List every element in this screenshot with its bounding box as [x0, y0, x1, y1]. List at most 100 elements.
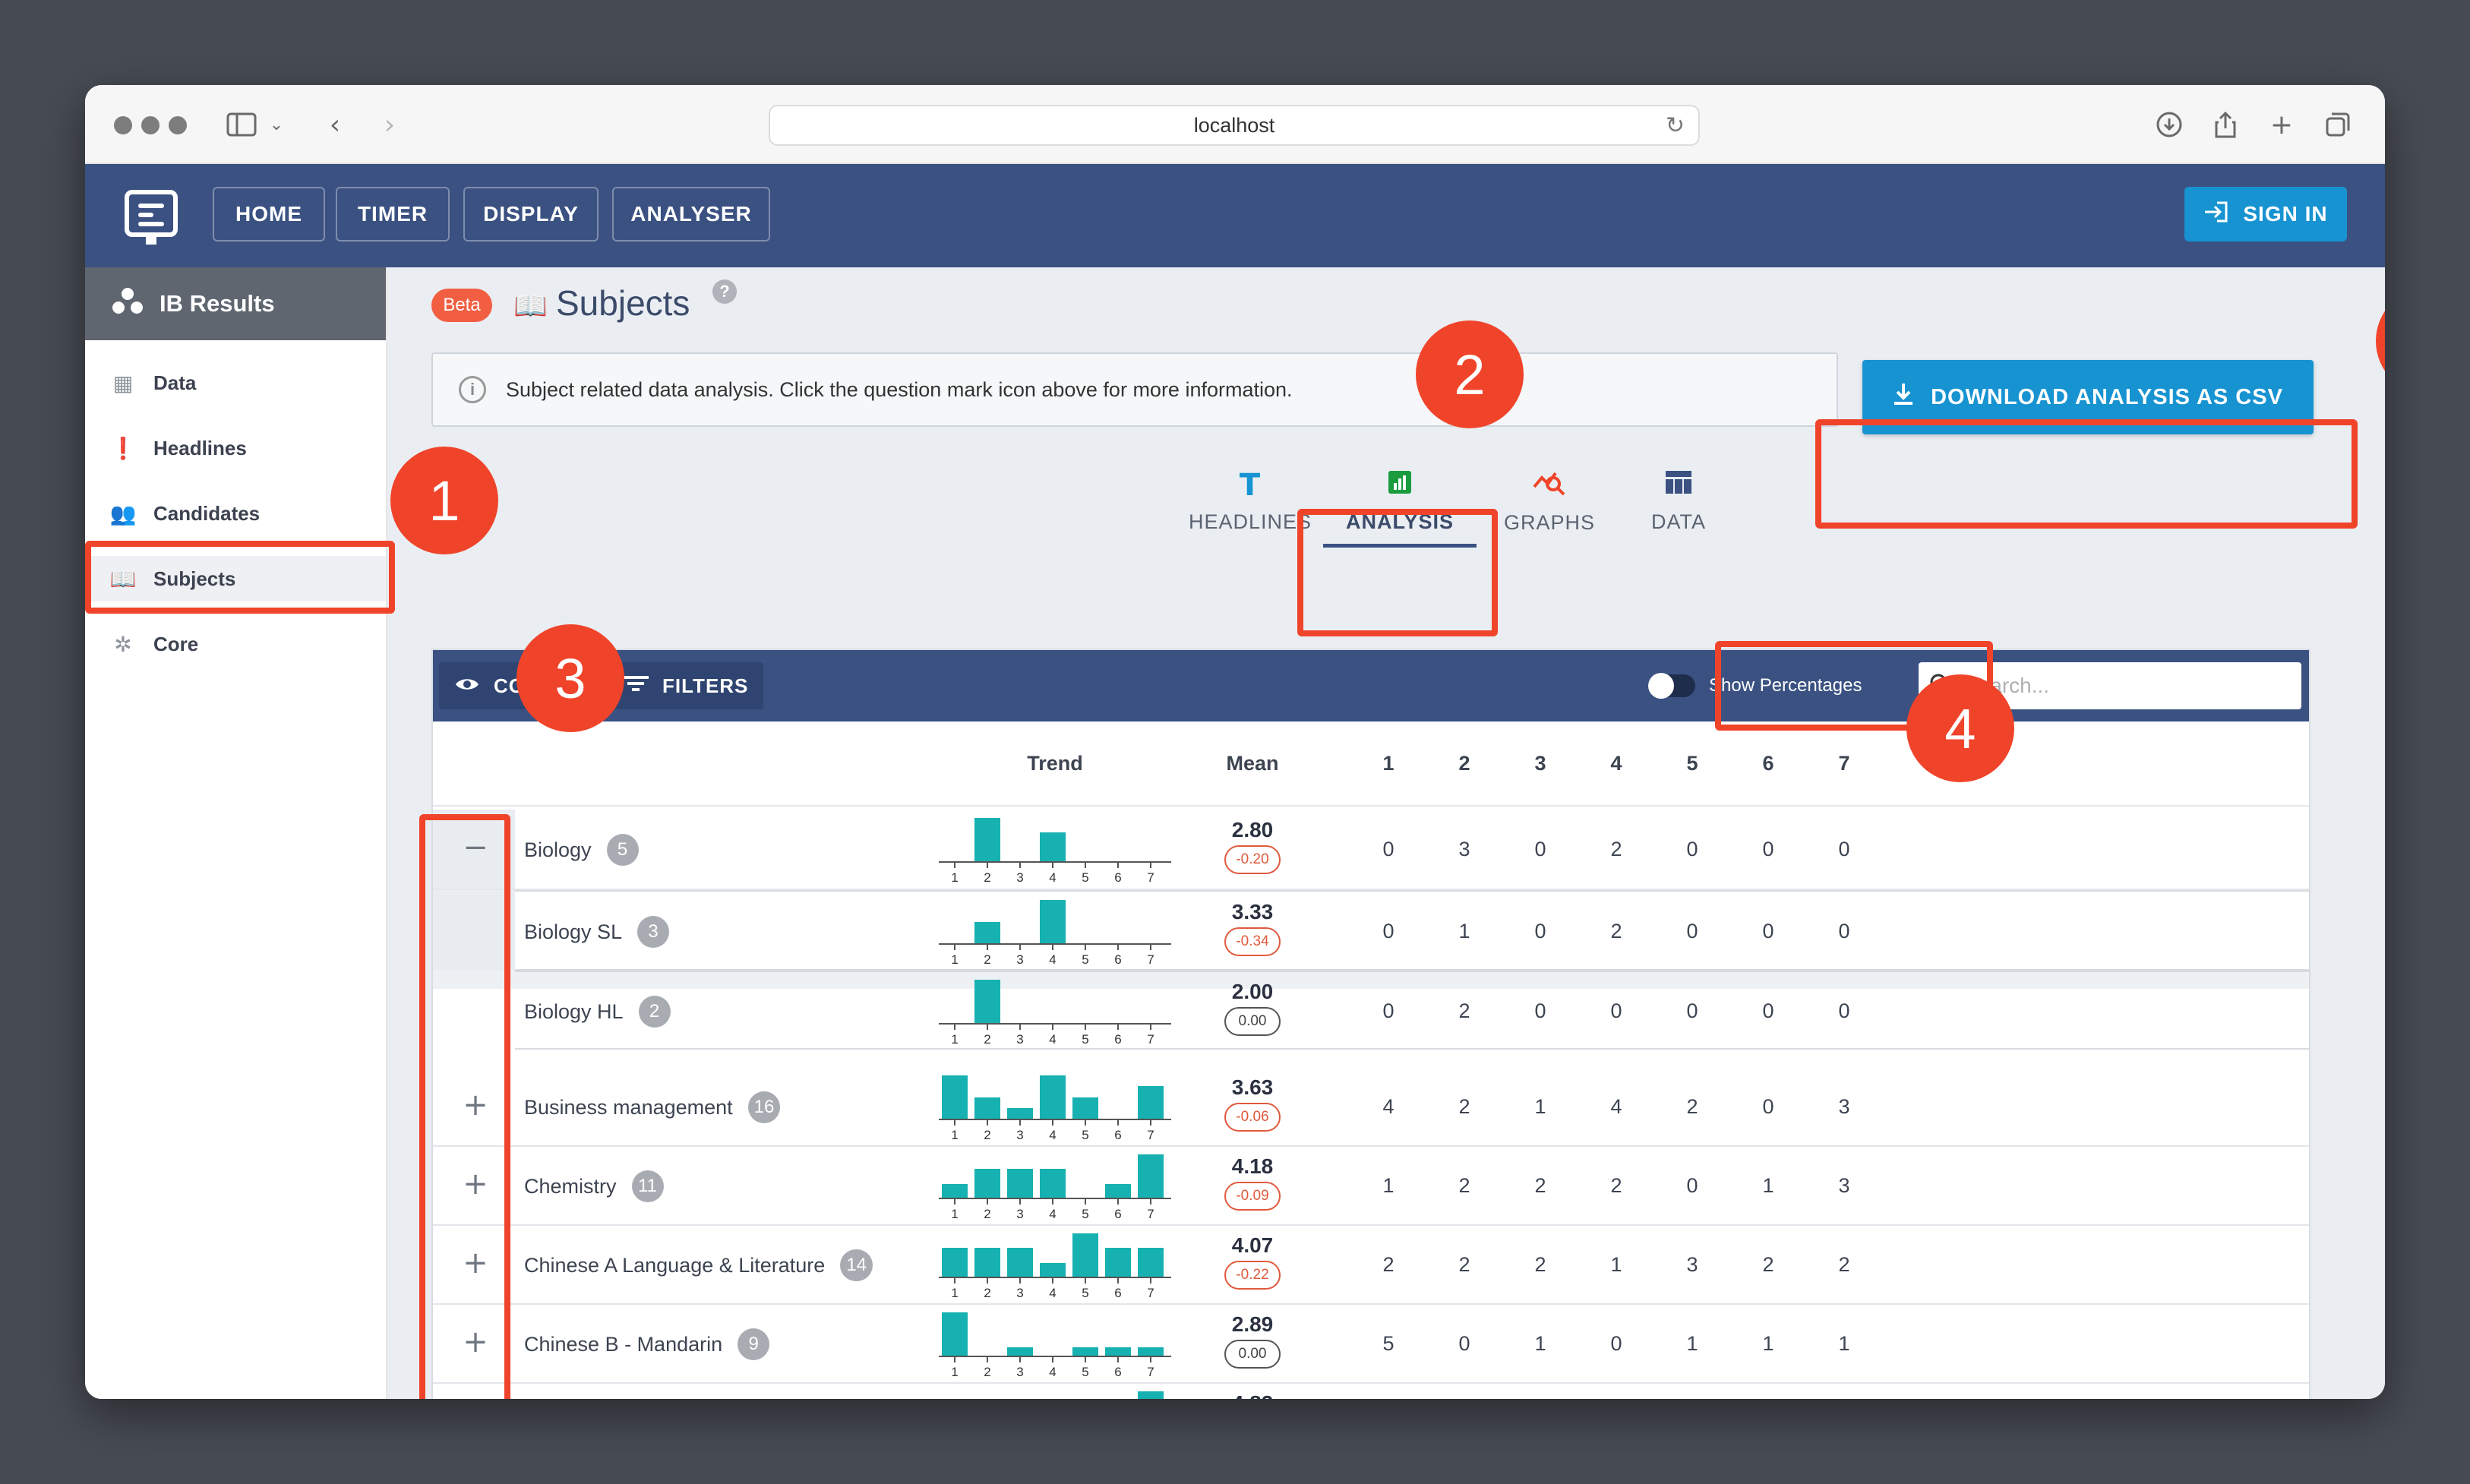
- tab-data[interactable]: DATA: [1633, 453, 1724, 548]
- trend-bar: [1040, 1263, 1066, 1277]
- share-icon[interactable]: [2210, 108, 2241, 141]
- nav-display-button[interactable]: DISPLAY: [463, 187, 599, 242]
- trend-sparkline: 1 2 3 4 5 6 7: [939, 897, 1171, 967]
- chevron-down-icon[interactable]: ⌄: [267, 108, 286, 141]
- mean-value: 3.33: [1231, 900, 1274, 924]
- grade-7-count: 3: [1838, 1095, 1850, 1118]
- trend-tick-label: 5: [1082, 1365, 1088, 1379]
- ib-results-icon: [112, 286, 143, 321]
- close-window-dot[interactable]: [114, 116, 132, 134]
- subject-row[interactable]: + Chinese B - Mandarin 9 1 2 3 4 5 6 7 2.89 0.00 5 0 1…: [433, 1305, 2309, 1384]
- nav-analyser-button[interactable]: ANALYSER: [612, 187, 770, 242]
- mean-delta-badge: -0.22: [1224, 1261, 1281, 1290]
- trend-bar: [1138, 1248, 1164, 1277]
- trend-tick-label: 6: [1114, 1032, 1121, 1047]
- trend-chart: 1 2 3 4 5 6 7: [939, 980, 1171, 1047]
- tab-headlines[interactable]: T HEADLINES: [1188, 453, 1312, 548]
- grade-1-header[interactable]: 1: [1373, 752, 1404, 775]
- sidebar-item-label: Headlines: [153, 436, 247, 459]
- trend-tick-label: 7: [1147, 1365, 1154, 1379]
- grade-3-count: 1: [1534, 1095, 1546, 1118]
- mean-column-header[interactable]: Mean: [1203, 752, 1302, 775]
- grade-2-count: 0: [1458, 1332, 1470, 1355]
- subject-name-cell: Chinese B - Mandarin 9: [524, 1328, 770, 1360]
- subject-row[interactable]: + Business management 16 1 2 3 4 5 6 7 3.63 -0.06 4 2…: [433, 1068, 2309, 1147]
- back-icon[interactable]: ‹: [324, 108, 346, 141]
- trend-column-header[interactable]: Trend: [984, 752, 1126, 775]
- trend-bar: [942, 1075, 968, 1119]
- filters-button[interactable]: FILTERS: [608, 662, 764, 709]
- subject-row[interactable]: +Computer science1112345674.82-0.0911202…: [433, 1384, 2309, 1399]
- forward-icon[interactable]: ›: [378, 108, 401, 141]
- page-title: Subjects: [556, 283, 690, 323]
- sidebar-item-core[interactable]: ✲ Core: [85, 621, 386, 667]
- nav-home-button[interactable]: HOME: [213, 187, 325, 242]
- subject-name: Business management: [524, 1095, 733, 1119]
- grade-2-header[interactable]: 2: [1449, 752, 1480, 775]
- trend-tick-label: 5: [1082, 870, 1088, 885]
- subject-row[interactable]: − Biology 5 1 2 3 4 5 6 7 2.80 -0.20 0 3 0 2 0 0 0: [433, 810, 2309, 890]
- sidebar-item-data[interactable]: ▦ Data: [85, 360, 386, 406]
- tab-label: GRAPHS: [1503, 510, 1596, 534]
- trend-bar: [974, 980, 1000, 1024]
- zoom-window-dot[interactable]: [169, 116, 187, 134]
- tab-label: HEADLINES: [1188, 510, 1312, 533]
- grade-3-header[interactable]: 3: [1525, 752, 1556, 775]
- help-icon[interactable]: ?: [712, 279, 737, 304]
- new-tab-icon[interactable]: +: [2266, 108, 2297, 141]
- trend-tick-label: 7: [1147, 870, 1154, 885]
- trend-chart: 1 2 3 4 5 6 7: [939, 1312, 1171, 1379]
- trend-tick-label: 6: [1114, 1365, 1121, 1379]
- trend-tick-label: 1: [951, 1365, 958, 1379]
- subgroup-row[interactable]: Biology HL 2 1 2 3 4 5 6 7 2.00 0.00 0 2 0 0 0 0 0: [515, 971, 2310, 1050]
- subject-name: Chinese B - Mandarin: [524, 1332, 723, 1356]
- reload-icon[interactable]: ↻: [1666, 112, 1685, 139]
- grade-1-count: 1: [1382, 1174, 1395, 1197]
- trend-bar: [1138, 1086, 1164, 1119]
- grade-5-header[interactable]: 5: [1677, 752, 1707, 775]
- trend-tick-label: 4: [1049, 1032, 1056, 1047]
- trend-chart: 1 2 3 4 5 6 7: [939, 818, 1171, 885]
- main-content: Beta 📖 Subjects ? i Subject related data…: [387, 267, 2385, 1399]
- trend-bar: [1072, 1347, 1098, 1356]
- mean-value: 4.18: [1231, 1154, 1274, 1178]
- grade-7-count: 3: [1838, 1174, 1850, 1197]
- sidebar: IB Results ▦ Data ❗ Headlines 👥 Candidat…: [85, 267, 387, 1399]
- mean-delta-badge: -0.09: [1224, 1182, 1281, 1211]
- trend-tick-label: 4: [1049, 1207, 1056, 1221]
- grade-6-header[interactable]: 6: [1753, 752, 1783, 775]
- count-badge: 11: [631, 1170, 664, 1202]
- trend-tick-label: 5: [1082, 952, 1088, 967]
- download-icon[interactable]: [2154, 108, 2184, 141]
- sidebar-item-candidates[interactable]: 👥 Candidates: [85, 491, 386, 536]
- subject-row[interactable]: + Chinese A Language & Literature 14 1 2 3 4 5 6…: [433, 1226, 2309, 1305]
- grade-1-count: 0: [1382, 920, 1395, 942]
- trend-bar: [1040, 1169, 1066, 1198]
- trend-bar: [1040, 900, 1066, 944]
- trend-tick-label: 7: [1147, 1207, 1154, 1221]
- grade-7-count: 0: [1838, 920, 1850, 942]
- grade-6-count: 1: [1762, 1174, 1774, 1197]
- sidebar-toggle-icon[interactable]: [225, 108, 258, 141]
- trend-tick-label: 1: [951, 1286, 958, 1300]
- sidebar-item-headlines[interactable]: ❗ Headlines: [85, 425, 386, 471]
- subgroup-row[interactable]: Biology SL 3 1 2 3 4 5 6 7 3.33 -0.34 0 1 0 2 0 0 0: [515, 890, 2310, 971]
- count-badge: 16: [747, 1091, 781, 1123]
- grade-4-header[interactable]: 4: [1601, 752, 1631, 775]
- search-input[interactable]: [1964, 674, 2283, 698]
- address-bar[interactable]: localhost ↻: [769, 105, 1700, 146]
- subject-row[interactable]: + Chemistry 11 1 2 3 4 5 6 7 4.18 -0.09 1 2 2 2 0 1 3: [433, 1147, 2309, 1226]
- tab-overview-icon[interactable]: [2323, 108, 2353, 141]
- app-logo-icon[interactable]: [125, 190, 178, 245]
- toggle-switch[interactable]: [1648, 673, 1695, 699]
- trend-tick-label: 7: [1147, 1128, 1154, 1142]
- trend-chart: 1 2 3 4 5 6 7: [939, 1154, 1171, 1221]
- grade-7-header[interactable]: 7: [1829, 752, 1859, 775]
- sign-in-button[interactable]: SIGN IN: [2184, 187, 2347, 242]
- tab-graphs[interactable]: GRAPHS: [1489, 453, 1610, 548]
- download-label: DOWNLOAD ANALYSIS AS CSV: [1931, 384, 2283, 409]
- minimize-window-dot[interactable]: [141, 116, 160, 134]
- nav-timer-button[interactable]: TIMER: [336, 187, 450, 242]
- trend-tick-label: 2: [984, 1365, 990, 1379]
- eye-icon: [454, 674, 480, 698]
